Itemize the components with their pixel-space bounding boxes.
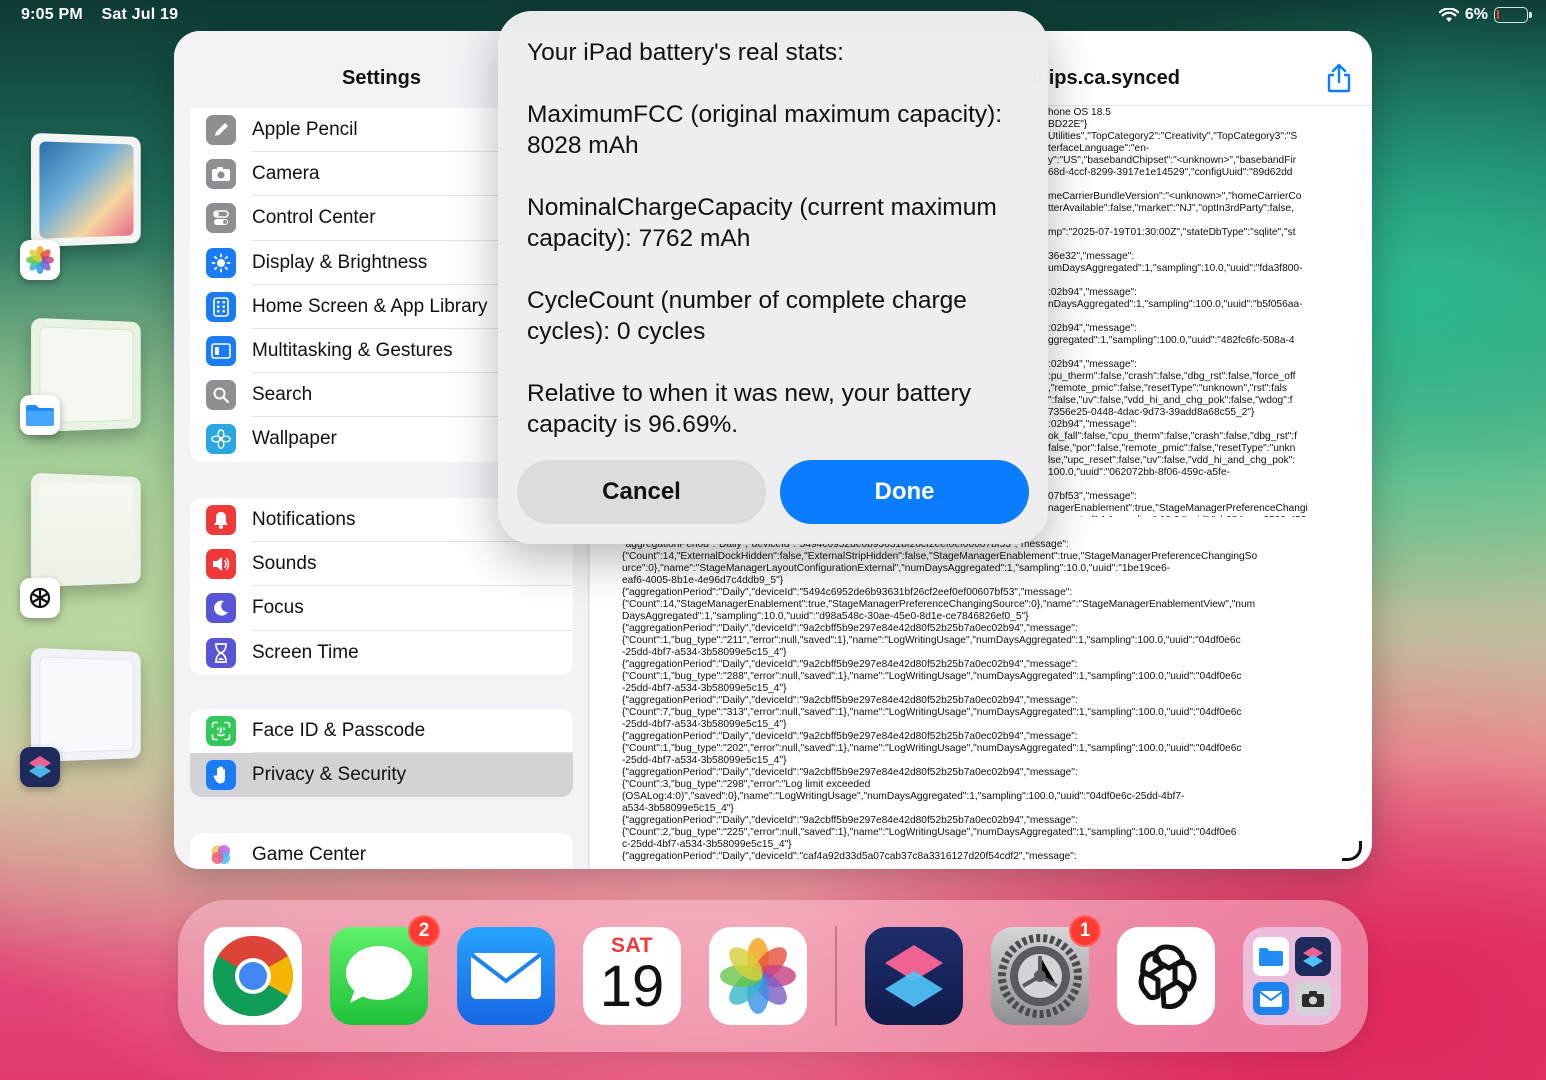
battery-stats-dialog: Your iPad battery's real stats: MaximumF… <box>498 11 1048 544</box>
shortcuts-icon <box>885 945 943 1007</box>
sidebar-item-face-id[interactable]: Face ID & Passcode <box>190 709 573 754</box>
shortcuts-mini-icon <box>1295 937 1331 976</box>
photos-icon <box>720 938 796 1014</box>
dock-app-mail[interactable] <box>457 927 555 1025</box>
dock-app-settings[interactable]: 1 <box>991 915 1101 1025</box>
status-time: 9:05 PM <box>21 6 83 23</box>
camera-icon <box>206 159 236 190</box>
files-mini-icon <box>1253 937 1289 976</box>
stage-window-chatgpt[interactable] <box>31 472 141 588</box>
mail-mini-icon <box>1253 982 1289 1015</box>
chatgpt-icon <box>20 578 60 618</box>
chrome-icon <box>212 935 294 1017</box>
battery-icon <box>1494 7 1532 23</box>
sidebar-item-privacy-security[interactable]: Privacy & Security <box>190 753 573 798</box>
window-resize-handle[interactable] <box>1342 841 1362 861</box>
dialog-line-cycles: CycleCount (number of complete charge cy… <box>527 287 967 345</box>
dock: 2 SAT 19 1 <box>178 900 1368 1052</box>
log-text-right: hone OS 18.5 BD22E"} Utilities","TopCate… <box>1048 107 1308 517</box>
stage-window-shortcuts[interactable] <box>31 647 141 763</box>
dock-app-calendar[interactable]: SAT 19 <box>583 927 681 1025</box>
dialog-line-nominal: NominalChargeCapacity (current maximum c… <box>527 194 997 252</box>
chatgpt-icon <box>1138 944 1197 1010</box>
shortcuts-icon <box>20 747 60 787</box>
dialog-title: Your iPad battery's real stats: <box>527 39 844 66</box>
sidebar-item-focus[interactable]: Focus <box>190 586 573 631</box>
speaker-icon <box>206 549 236 580</box>
dock-app-library[interactable] <box>1243 927 1341 1025</box>
status-bar-left: 9:05 PM Sat Jul 19 <box>21 6 192 24</box>
share-button[interactable] <box>1326 63 1352 98</box>
mail-icon <box>470 953 542 999</box>
dock-app-photos[interactable] <box>709 927 807 1025</box>
bell-icon <box>206 505 236 536</box>
multitasking-icon <box>206 336 236 367</box>
dock-app-chrome[interactable] <box>204 927 302 1025</box>
flower-icon <box>206 424 236 455</box>
camera-mini-icon <box>1295 982 1331 1015</box>
moon-icon <box>206 593 236 624</box>
dock-separator <box>835 926 837 1026</box>
dock-app-shortcuts[interactable] <box>865 927 963 1025</box>
hand-icon <box>206 760 236 791</box>
photos-icon <box>20 240 60 280</box>
status-bar-right: 6% <box>1438 6 1532 24</box>
battery-percent: 6% <box>1464 6 1488 23</box>
sidebar-item-game-center[interactable]: Game Center <box>190 833 573 869</box>
switches-icon <box>206 203 236 234</box>
share-icon <box>1327 63 1351 93</box>
dialog-message: Your iPad battery's real stats: MaximumF… <box>527 37 1027 471</box>
sun-icon <box>206 247 236 278</box>
stage-window-photos[interactable] <box>31 132 141 248</box>
game-center-icon <box>206 840 236 869</box>
calendar-date: 19 <box>599 954 665 1019</box>
magnifier-icon <box>206 380 236 411</box>
home-grid-icon <box>206 291 236 322</box>
dialog-line-relative: Relative to when it was new, your batter… <box>527 380 971 438</box>
dialog-line-fcc: MaximumFCC (original maximum capacity): … <box>527 101 1003 159</box>
settings-group-security: Face ID & Passcode Privacy & Security <box>190 709 573 798</box>
sidebar-item-screen-time[interactable]: Screen Time <box>190 631 573 675</box>
pencil-icon <box>206 115 236 146</box>
wifi-icon <box>1438 7 1459 22</box>
settings-badge: 1 <box>1069 915 1101 947</box>
log-text-body: "aggregationPeriod":"Daily","deviceId":"… <box>622 539 1258 862</box>
settings-group-games: Game Center <box>190 833 573 869</box>
app-library-icon <box>1253 937 1331 1015</box>
dock-app-chatgpt[interactable] <box>1117 927 1215 1025</box>
calendar-icon: SAT 19 <box>583 927 681 1025</box>
status-date: Sat Jul 19 <box>101 6 179 23</box>
dock-app-messages[interactable]: 2 <box>330 915 440 1025</box>
cancel-button[interactable]: Cancel <box>517 460 766 524</box>
battery-level <box>1497 10 1499 19</box>
sidebar-item-sounds[interactable]: Sounds <box>190 542 573 587</box>
hourglass-icon <box>206 637 236 668</box>
messages-badge: 2 <box>408 915 440 947</box>
faceid-icon <box>206 716 236 747</box>
done-button[interactable]: Done <box>780 460 1029 524</box>
files-icon <box>20 395 60 435</box>
